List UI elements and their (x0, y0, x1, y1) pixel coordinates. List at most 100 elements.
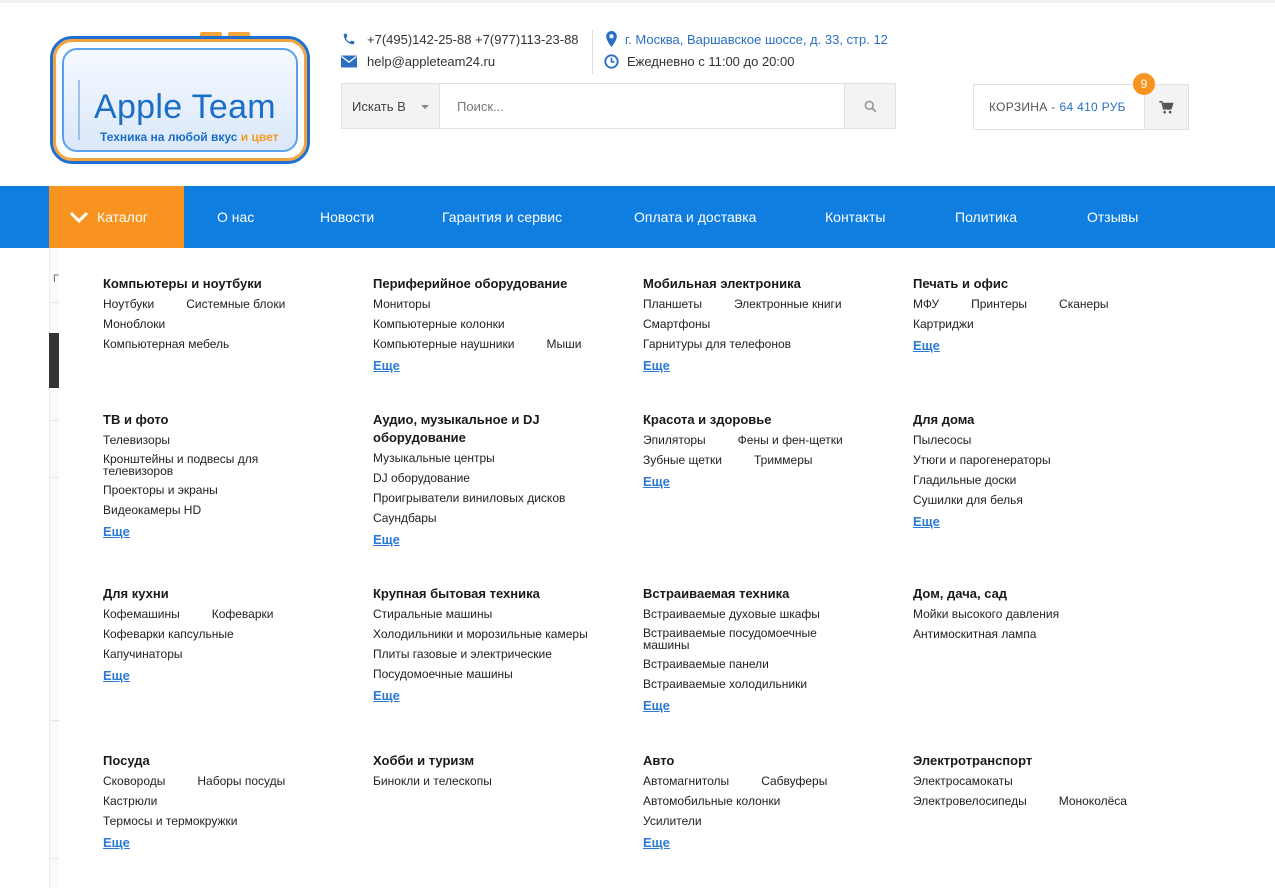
subcategory-link[interactable]: Мыши (546, 337, 581, 351)
category-title[interactable]: Авто (643, 752, 893, 770)
subcategory-link[interactable]: Кофеварки капсульные (103, 627, 353, 641)
subcategory-link[interactable]: Антимоскитная лампа (913, 627, 1163, 641)
subcategory-link[interactable]: Усилители (643, 814, 893, 828)
more-link[interactable]: Еще (373, 688, 623, 703)
subcategory-link[interactable]: Видеокамеры HD (103, 503, 353, 517)
subcategory-link[interactable]: Холодильники и морозильные камеры (373, 627, 623, 641)
subcategory-link[interactable]: Электросамокаты (913, 774, 1163, 788)
category-title[interactable]: Для кухни (103, 585, 353, 603)
category-title[interactable]: Компьютеры и ноутбуки (103, 275, 353, 293)
subcategory-link[interactable]: Принтеры (971, 297, 1027, 311)
subcategory-link[interactable]: Гарнитуры для телефонов (643, 337, 893, 351)
subcategory-link[interactable]: Саундбары (373, 511, 623, 525)
more-link[interactable]: Еще (643, 474, 893, 489)
subcategory-link[interactable]: Сабвуферы (761, 774, 827, 788)
category-title[interactable]: Для дома (913, 411, 1163, 429)
category-title[interactable]: Печать и офис (913, 275, 1163, 293)
more-link[interactable]: Еще (643, 358, 893, 373)
subcategory-link[interactable]: Встраиваемые холодильники (643, 677, 893, 691)
search-scope-select[interactable]: Искать В (342, 84, 440, 128)
nav-item-contacts[interactable]: Контакты (825, 186, 885, 248)
subcategory-link[interactable]: DJ оборудование (373, 471, 623, 485)
category-title[interactable]: Встраиваемая техника (643, 585, 893, 603)
subcategory-link[interactable]: Встраиваемые посудомоечные машины (643, 627, 828, 651)
subcategory-link[interactable]: Кастрюли (103, 794, 157, 808)
more-link[interactable]: Еще (373, 532, 623, 547)
subcategory-link[interactable]: Наборы посуды (197, 774, 285, 788)
more-link[interactable]: Еще (103, 835, 353, 850)
subcategory-link[interactable]: Моноблоки (103, 317, 165, 331)
category-title[interactable]: Хобби и туризм (373, 752, 623, 770)
address-link[interactable]: г. Москва, Варшавское шоссе, д. 33, стр.… (625, 32, 888, 47)
subcategory-link[interactable]: Мониторы (373, 297, 430, 311)
cart-box[interactable]: КОРЗИНА - 64 410 РУБ (973, 84, 1189, 130)
category-title[interactable]: Мобильная электроника (643, 275, 893, 293)
nav-catalog-button[interactable]: Каталог (49, 186, 184, 248)
more-link[interactable]: Еще (103, 524, 353, 539)
site-logo[interactable]: Apple Team Техника на любой вкус и цвет (50, 32, 310, 164)
subcategory-link[interactable]: Автомобильные колонки (643, 794, 893, 808)
subcategory-link[interactable]: Утюги и парогенераторы (913, 453, 1163, 467)
subcategory-link[interactable]: Триммеры (754, 453, 813, 467)
search-button[interactable] (844, 84, 895, 128)
subcategory-link[interactable]: Встраиваемые панели (643, 657, 893, 671)
subcategory-link[interactable]: Автомагнитолы (643, 774, 729, 788)
category-title[interactable]: Аудио, музыкальное и DJ оборудование (373, 411, 573, 447)
subcategory-link[interactable]: Кофемашины (103, 607, 180, 621)
category-title[interactable]: Электротранспорт (913, 752, 1163, 770)
more-link[interactable]: Еще (643, 835, 893, 850)
nav-item-policy[interactable]: Политика (955, 186, 1017, 248)
subcategory-link[interactable]: Встраиваемые духовые шкафы (643, 607, 893, 621)
subcategory-link[interactable]: Системные блоки (186, 297, 285, 311)
subcategory-link[interactable]: Кофеварки (212, 607, 274, 621)
more-link[interactable]: Еще (643, 698, 893, 713)
phone-numbers[interactable]: +7(495)142-25-88 +7(977)113-23-88 (367, 32, 579, 47)
subcategory-link[interactable]: Гладильные доски (913, 473, 1163, 487)
email-link[interactable]: help@appleteam24.ru (367, 54, 495, 69)
nav-item-payment-delivery[interactable]: Оплата и доставка (634, 186, 756, 248)
nav-item-news[interactable]: Новости (320, 186, 374, 248)
subcategory-link[interactable]: Проигрыватели виниловых дисков (373, 491, 623, 505)
subcategory-link[interactable]: Термосы и термокружки (103, 814, 237, 828)
more-link[interactable]: Еще (913, 338, 1163, 353)
subcategory-link[interactable]: Планшеты (643, 297, 702, 311)
subcategory-link[interactable]: Электронные книги (734, 297, 842, 311)
subcategory-link[interactable]: Эпиляторы (643, 433, 706, 447)
subcategory-link[interactable]: Телевизоры (103, 433, 353, 447)
subcategory-link[interactable]: Посудомоечные машины (373, 667, 623, 681)
subcategory-link[interactable]: Пылесосы (913, 433, 1163, 447)
subcategory-link[interactable]: Компьютерные наушники (373, 337, 514, 351)
subcategory-link[interactable]: Кронштейны и подвесы для телевизоров (103, 453, 278, 477)
subcategory-link[interactable]: Моноколёса (1059, 794, 1127, 808)
search-input[interactable] (440, 84, 844, 128)
more-link[interactable]: Еще (373, 358, 623, 373)
subcategory-link[interactable]: Капучинаторы (103, 647, 353, 661)
category-title[interactable]: ТВ и фото (103, 411, 353, 429)
more-link[interactable]: Еще (103, 668, 353, 683)
subcategory-link[interactable]: Фены и фен-щетки (738, 433, 843, 447)
subcategory-link[interactable]: Стиральные машины (373, 607, 623, 621)
subcategory-link[interactable]: Музыкальные центры (373, 451, 623, 465)
category-title[interactable]: Крупная бытовая техника (373, 585, 623, 603)
subcategory-link[interactable]: Картриджи (913, 317, 1163, 331)
subcategory-link[interactable]: Плиты газовые и электрические (373, 647, 623, 661)
category-title[interactable]: Посуда (103, 752, 353, 770)
subcategory-link[interactable]: Смартфоны (643, 317, 893, 331)
nav-item-reviews[interactable]: Отзывы (1087, 186, 1138, 248)
more-link[interactable]: Еще (913, 514, 1163, 529)
category-title[interactable]: Периферийное оборудование (373, 275, 623, 293)
subcategory-link[interactable]: МФУ (913, 297, 939, 311)
nav-item-warranty[interactable]: Гарантия и сервис (442, 186, 562, 248)
subcategory-link[interactable]: Проекторы и экраны (103, 483, 353, 497)
subcategory-link[interactable]: Компьютерные колонки (373, 317, 505, 331)
category-title[interactable]: Красота и здоровье (643, 411, 893, 429)
subcategory-link[interactable]: Бинокли и телескопы (373, 774, 623, 788)
subcategory-link[interactable]: Сушилки для белья (913, 493, 1163, 507)
nav-item-about[interactable]: О нас (217, 186, 254, 248)
subcategory-link[interactable]: Мойки высокого давления (913, 607, 1163, 621)
subcategory-link[interactable]: Зубные щетки (643, 453, 722, 467)
subcategory-link[interactable]: Компьютерная мебель (103, 337, 229, 351)
subcategory-link[interactable]: Ноутбуки (103, 297, 154, 311)
subcategory-link[interactable]: Сковороды (103, 774, 165, 788)
subcategory-link[interactable]: Электровелосипеды (913, 794, 1027, 808)
